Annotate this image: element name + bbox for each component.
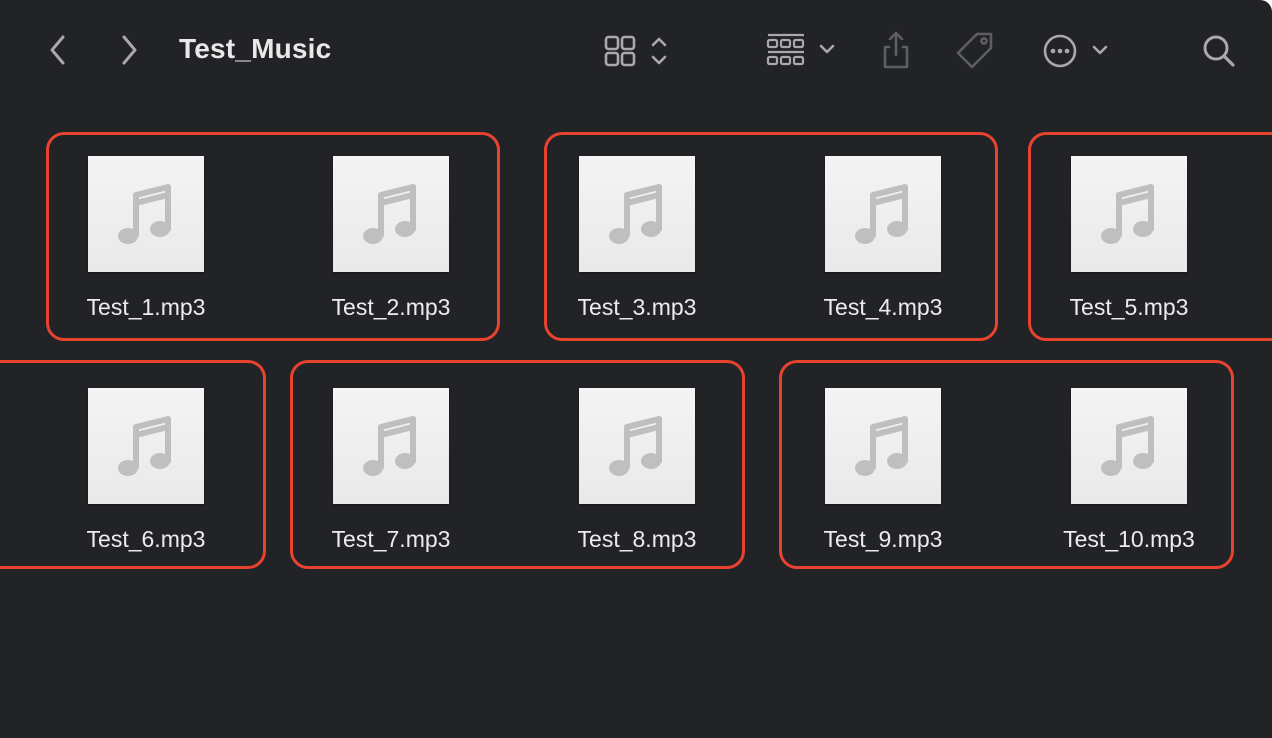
file-item[interactable]: Test_7.mp3 bbox=[268, 388, 514, 568]
tag-button[interactable] bbox=[952, 28, 998, 74]
file-name: Test_9.mp3 bbox=[823, 526, 943, 552]
file-item[interactable]: Test_10.mp3 bbox=[1006, 388, 1252, 568]
file-name: Test_10.mp3 bbox=[1063, 526, 1195, 552]
music-note-icon bbox=[118, 416, 171, 476]
file-name: Test_3.mp3 bbox=[577, 294, 697, 320]
file-item[interactable]: Test_1.mp3 bbox=[23, 156, 269, 336]
forward-button[interactable] bbox=[111, 30, 147, 70]
group-by-button[interactable] bbox=[762, 30, 842, 72]
file-name: Test_8.mp3 bbox=[577, 526, 697, 552]
file-thumbnail bbox=[579, 156, 695, 272]
group-by-icon bbox=[766, 33, 835, 66]
music-note-icon bbox=[363, 416, 416, 476]
share-icon bbox=[883, 31, 909, 69]
music-note-icon bbox=[118, 184, 171, 244]
share-button[interactable] bbox=[876, 28, 916, 72]
file-name: Test_7.mp3 bbox=[331, 526, 451, 552]
file-item[interactable]: Test_4.mp3 bbox=[760, 156, 1006, 336]
file-name: Test_1.mp3 bbox=[86, 294, 206, 320]
tag-icon bbox=[956, 32, 993, 69]
grid-view-icon bbox=[604, 35, 667, 67]
file-thumbnail bbox=[1071, 156, 1187, 272]
file-thumbnail bbox=[1071, 388, 1187, 504]
music-note-icon bbox=[609, 416, 662, 476]
view-mode-button[interactable] bbox=[598, 30, 678, 72]
toolbar: Test_Music bbox=[0, 0, 1272, 100]
file-item[interactable]: Test_8.mp3 bbox=[514, 388, 760, 568]
search-icon bbox=[1203, 35, 1235, 67]
file-name: Test_5.mp3 bbox=[1069, 294, 1189, 320]
chevron-right-icon bbox=[122, 35, 137, 65]
file-name: Test_4.mp3 bbox=[823, 294, 943, 320]
file-item[interactable]: Test_5.mp3 bbox=[1006, 156, 1252, 336]
file-item[interactable]: Test_9.mp3 bbox=[760, 388, 1006, 568]
file-thumbnail bbox=[333, 388, 449, 504]
music-note-icon bbox=[1101, 184, 1154, 244]
file-thumbnail bbox=[825, 156, 941, 272]
music-note-icon bbox=[609, 184, 662, 244]
file-thumbnail bbox=[88, 156, 204, 272]
music-note-icon bbox=[855, 184, 908, 244]
ellipsis-circle-icon bbox=[1043, 34, 1108, 68]
back-button[interactable] bbox=[40, 30, 76, 70]
music-note-icon bbox=[1101, 416, 1154, 476]
file-thumbnail bbox=[579, 388, 695, 504]
file-item[interactable]: Test_6.mp3 bbox=[23, 388, 269, 568]
file-item[interactable]: Test_3.mp3 bbox=[514, 156, 760, 336]
music-note-icon bbox=[855, 416, 908, 476]
chevron-left-icon bbox=[50, 35, 65, 65]
file-thumbnail bbox=[333, 156, 449, 272]
window-title: Test_Music bbox=[179, 33, 332, 64]
file-thumbnail bbox=[88, 388, 204, 504]
music-note-icon bbox=[363, 184, 416, 244]
file-thumbnail bbox=[825, 388, 941, 504]
more-actions-button[interactable] bbox=[1038, 28, 1114, 74]
file-name: Test_2.mp3 bbox=[331, 294, 451, 320]
finder-window: Test_Music Test_1.mp3 Test_2.mp3 Test_3.… bbox=[0, 0, 1272, 738]
file-item[interactable]: Test_2.mp3 bbox=[268, 156, 514, 336]
file-name: Test_6.mp3 bbox=[86, 526, 206, 552]
search-button[interactable] bbox=[1198, 30, 1240, 72]
